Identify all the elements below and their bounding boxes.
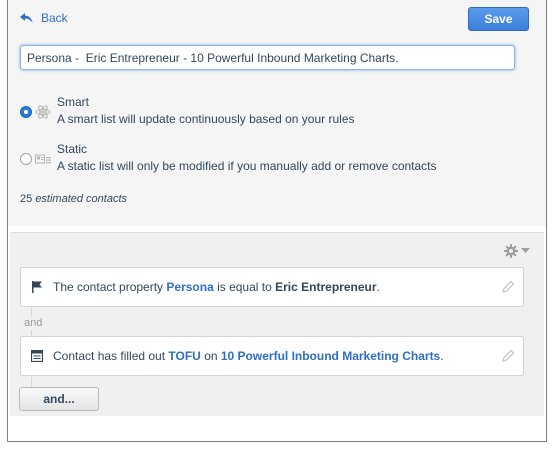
list-settings-section: Back Save Smart A smart list will update… [8, 0, 546, 226]
form-icon [30, 349, 44, 363]
save-button[interactable]: Save [468, 7, 529, 31]
atom-icon [35, 105, 51, 119]
property-link[interactable]: Persona [166, 280, 213, 294]
filter-rule[interactable]: The contact property Persona is equal to… [20, 267, 524, 307]
gear-icon [504, 244, 518, 258]
contact-card-icon [35, 152, 51, 166]
smart-title: Smart [57, 95, 90, 109]
rule-description: Contact has filled out TOFU on 10 Powerf… [53, 349, 444, 363]
estimate-label: estimated contacts [35, 193, 128, 205]
smart-list-option[interactable]: Smart A smart list will update continuou… [20, 95, 355, 127]
rule-suffix: . [440, 349, 444, 363]
add-and-filter-button[interactable]: and... [19, 387, 99, 411]
static-description: A static list will only be modified if y… [57, 159, 437, 173]
edit-pencil-icon[interactable] [501, 280, 515, 294]
filter-rules-section: The contact property Persona is equal to… [10, 232, 544, 416]
connector-line [31, 377, 32, 387]
back-link[interactable]: Back [20, 11, 68, 25]
chevron-down-icon [521, 248, 530, 253]
and-connector: and [24, 317, 43, 329]
back-label: Back [41, 11, 68, 25]
static-list-option[interactable]: Static A static list will only be modifi… [20, 142, 437, 174]
edit-pencil-icon[interactable] [501, 349, 515, 363]
estimated-contacts: 25 estimated contacts [20, 193, 127, 205]
list-name-input[interactable] [20, 45, 515, 70]
rule-description: The contact property Persona is equal to… [53, 280, 380, 294]
smart-radio[interactable] [20, 106, 32, 118]
filter-rule[interactable]: Contact has filled out TOFU on 10 Powerf… [20, 336, 524, 376]
rule-value: Eric Entrepreneur [275, 280, 377, 294]
rule-prefix: Contact has filled out [53, 349, 169, 363]
connector-line [31, 308, 32, 316]
rule-operator: on [200, 349, 221, 363]
static-title: Static [57, 142, 88, 156]
filter-settings-menu[interactable] [504, 244, 530, 258]
rule-prefix: The contact property [53, 280, 167, 294]
back-arrow-icon [20, 12, 33, 23]
static-radio[interactable] [20, 153, 32, 165]
rule-operator: is equal to [213, 280, 276, 294]
list-editor-panel: Back Save Smart A smart list will update… [7, 0, 547, 442]
rule-suffix: . [376, 280, 380, 294]
smart-description: A smart list will update continuously ba… [57, 112, 355, 126]
estimate-count: 25 [20, 193, 33, 205]
form-link[interactable]: TOFU [168, 349, 200, 363]
flag-icon [30, 280, 44, 294]
page-link[interactable]: 10 Powerful Inbound Marketing Charts [221, 349, 440, 363]
